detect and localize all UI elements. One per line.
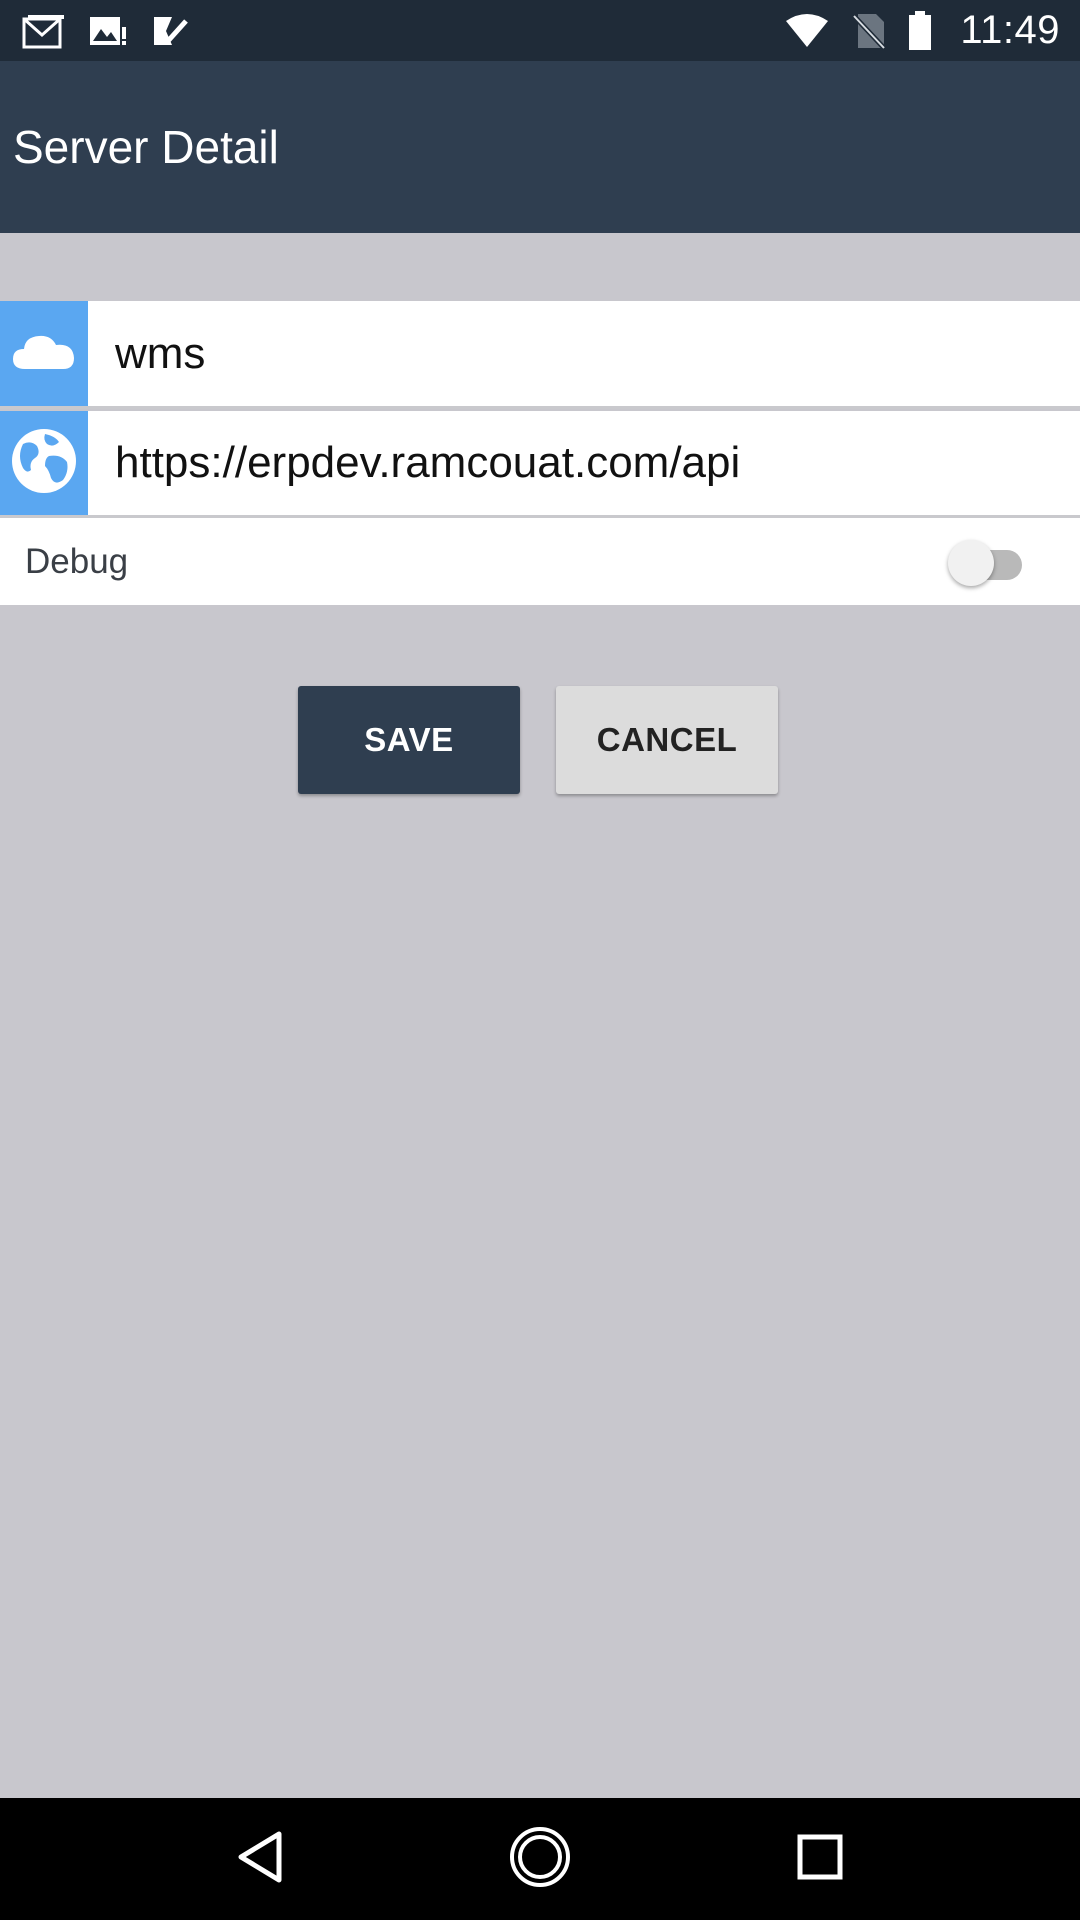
cancel-button[interactable]: CANCEL xyxy=(556,686,778,794)
debug-row: Debug xyxy=(0,518,1080,605)
recents-square-icon xyxy=(796,1833,844,1886)
task-check-icon xyxy=(150,13,190,49)
globe-icon xyxy=(9,426,79,501)
status-bar: 11:49 xyxy=(0,0,1080,61)
home-circle-icon xyxy=(508,1825,572,1894)
server-name-icon-box xyxy=(0,301,88,406)
debug-toggle-thumb xyxy=(948,539,994,586)
home-button[interactable] xyxy=(490,1809,590,1909)
server-url-icon-box xyxy=(0,411,88,515)
save-button[interactable]: SAVE xyxy=(298,686,520,794)
debug-label: Debug xyxy=(25,541,129,581)
status-right: 11:49 xyxy=(762,8,1060,53)
battery-icon xyxy=(908,10,932,51)
status-time: 11:49 xyxy=(960,8,1060,52)
status-left xyxy=(22,13,212,49)
recents-button[interactable] xyxy=(770,1809,870,1909)
cloud-icon xyxy=(11,331,77,376)
no-sim-icon xyxy=(852,12,887,50)
wifi-icon xyxy=(784,13,830,49)
debug-toggle[interactable] xyxy=(948,537,1028,587)
server-url-input[interactable] xyxy=(88,411,1080,515)
server-url-row xyxy=(0,411,1080,518)
page-title: Server Detail xyxy=(13,121,279,173)
server-name-row xyxy=(0,301,1080,409)
back-triangle-icon xyxy=(235,1830,285,1889)
toolbar: Server Detail xyxy=(0,61,1080,233)
server-name-input[interactable] xyxy=(88,301,1080,406)
image-alert-icon xyxy=(88,13,128,49)
gmail-icon xyxy=(22,13,66,49)
navigation-bar xyxy=(0,1798,1080,1920)
back-button[interactable] xyxy=(210,1809,310,1909)
